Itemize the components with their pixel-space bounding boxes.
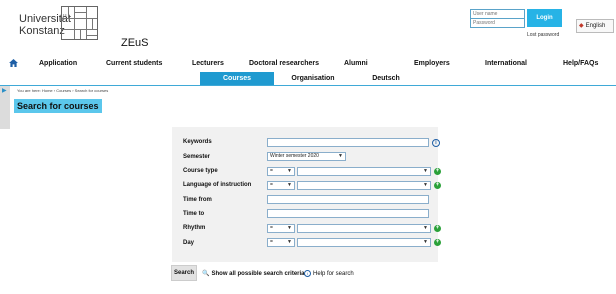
nav-help-faqs[interactable]: Help/FAQs	[563, 60, 598, 67]
password-input[interactable]	[470, 18, 525, 28]
chevron-down-icon: ▼	[423, 168, 428, 174]
university-logo-icon	[61, 6, 98, 40]
nav-international[interactable]: International	[485, 60, 527, 67]
label-course-type: Course type	[183, 168, 218, 174]
nav-lecturers[interactable]: Lecturers	[192, 60, 224, 67]
language-label: English	[585, 23, 606, 29]
chevron-down-icon: ▼	[287, 182, 292, 188]
day-select[interactable]: ▼	[297, 238, 431, 247]
label-language: Language of instruction	[183, 182, 252, 188]
chevron-down-icon: ▼	[423, 182, 428, 188]
semester-select[interactable]: Winter semester 2020 ▼	[267, 152, 346, 161]
nav-employers[interactable]: Employers	[414, 60, 450, 67]
info-icon[interactable]: i	[432, 139, 440, 147]
operator-value: =	[270, 239, 273, 245]
label-time-to: Time to	[183, 211, 205, 217]
rhythm-operator-select[interactable]: = ▼	[267, 224, 295, 233]
subnav-divider	[0, 85, 616, 86]
day-operator-select[interactable]: = ▼	[267, 238, 295, 247]
rhythm-select[interactable]: ▼	[297, 224, 431, 233]
nav-alumni[interactable]: Alumni	[344, 60, 368, 67]
nav-application[interactable]: Application	[39, 60, 77, 67]
chevron-down-icon: ▼	[287, 168, 292, 174]
university-logo-text: Universität Konstanz	[19, 13, 71, 37]
show-all-label: Show all possible search criteria	[211, 271, 305, 277]
home-icon[interactable]	[9, 59, 18, 67]
add-day-icon[interactable]: +	[434, 239, 441, 246]
tab-courses[interactable]: Courses	[200, 72, 274, 85]
time-to-input[interactable]	[267, 209, 429, 218]
label-day: Day	[183, 240, 195, 246]
label-rhythm: Rhythm	[183, 225, 206, 231]
lost-password-link[interactable]: Lost password	[527, 32, 559, 38]
app-title: ZEuS	[121, 37, 149, 49]
language-select[interactable]: ▼	[297, 181, 431, 190]
logo-line-1: Universität	[19, 13, 71, 25]
add-course-type-icon[interactable]: +	[434, 168, 441, 175]
time-from-input[interactable]	[267, 195, 429, 204]
label-semester: Semester	[183, 154, 211, 160]
login-button[interactable]: Login	[527, 9, 562, 27]
nav-current-students[interactable]: Current students	[106, 60, 162, 67]
chevron-right-icon[interactable]: ▶	[2, 87, 7, 94]
course-type-operator-select[interactable]: = ▼	[267, 167, 295, 176]
add-rhythm-icon[interactable]: +	[434, 225, 441, 232]
chevron-down-icon: ▼	[338, 153, 343, 159]
course-type-select[interactable]: ▼	[297, 167, 431, 176]
language-switch[interactable]: ◆ English	[576, 19, 614, 33]
operator-value: =	[270, 182, 273, 188]
tab-organisation[interactable]: Organisation	[282, 72, 344, 85]
help-label: Help for search	[313, 271, 354, 278]
keywords-input[interactable]	[267, 138, 429, 147]
nav-doctoral-researchers[interactable]: Doctoral researchers	[249, 60, 319, 67]
flag-icon: ◆	[579, 23, 584, 29]
tab-deutsch[interactable]: Deutsch	[355, 72, 417, 85]
logo-line-2: Konstanz	[19, 25, 65, 37]
operator-value: =	[270, 225, 273, 231]
chevron-down-icon: ▼	[423, 239, 428, 245]
info-icon: i	[304, 270, 311, 277]
operator-value: =	[270, 168, 273, 174]
language-operator-select[interactable]: = ▼	[267, 181, 295, 190]
help-link[interactable]: i Help for search	[304, 270, 354, 277]
breadcrumb: You are here: Home › Courses › Search fo…	[17, 88, 109, 93]
label-time-from: Time from	[183, 197, 212, 203]
chevron-down-icon: ▼	[287, 239, 292, 245]
search-button[interactable]: Search	[171, 265, 197, 281]
magnifier-icon: 🔍	[202, 271, 210, 277]
chevron-down-icon: ▼	[287, 225, 292, 231]
semester-value: Winter semester 2020	[270, 153, 319, 159]
page-title: Search for courses	[14, 99, 102, 113]
chevron-down-icon: ▼	[423, 225, 428, 231]
label-keywords: Keywords	[183, 139, 212, 145]
add-language-icon[interactable]: +	[434, 182, 441, 189]
show-all-criteria-link[interactable]: 🔍 Show all possible search criteria	[202, 270, 305, 277]
